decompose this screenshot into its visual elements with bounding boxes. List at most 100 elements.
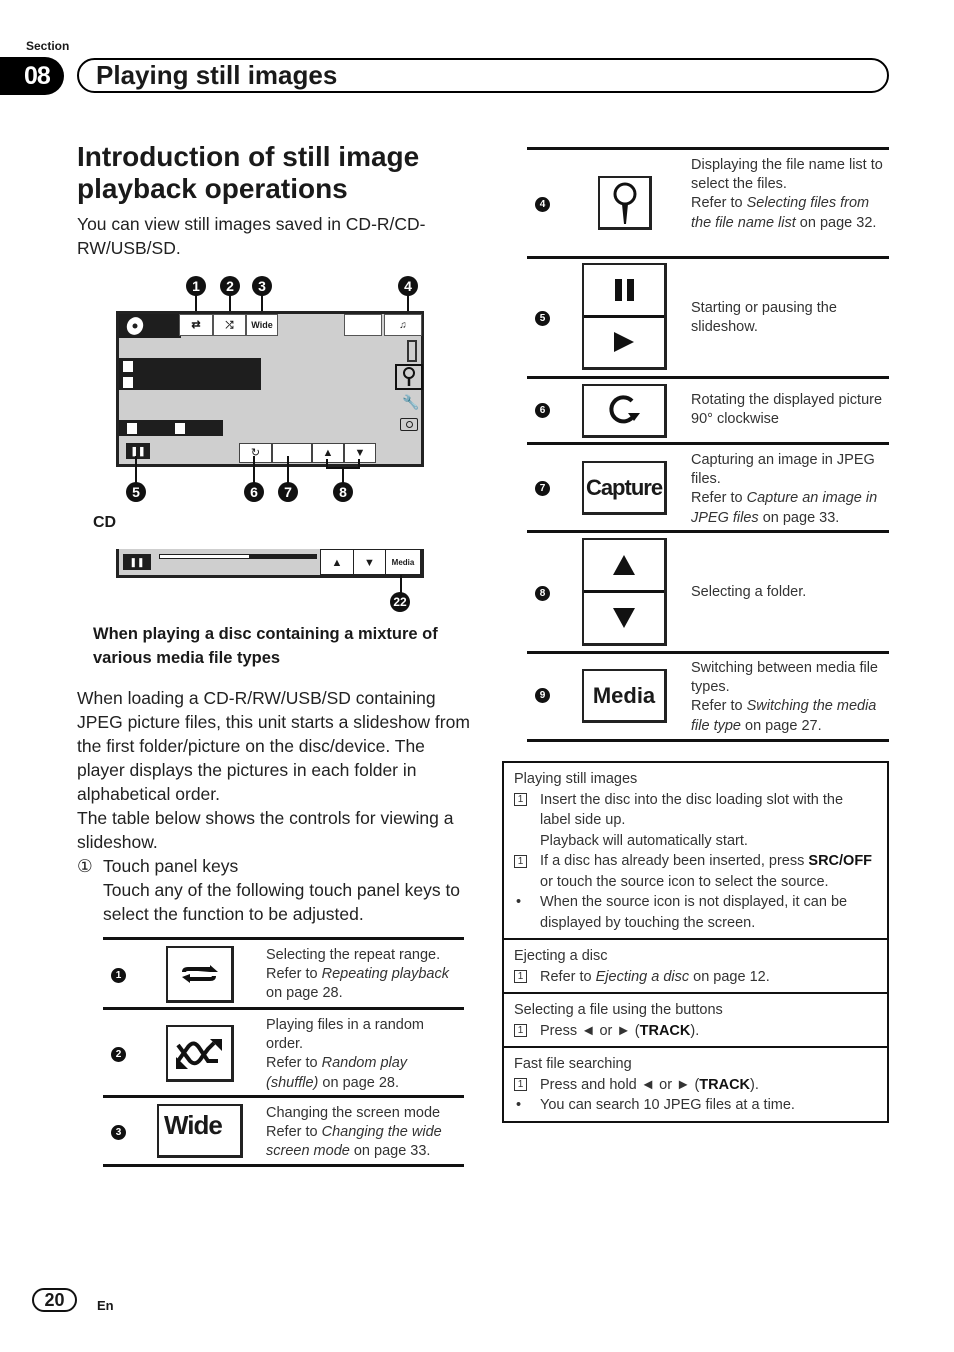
file-icon (123, 377, 133, 388)
procedure-playing-still-images: Playing still images 1 Insert the disc i… (504, 763, 887, 940)
file-icon (175, 423, 185, 434)
step-marker: 1 (514, 1024, 527, 1038)
section-number-badge: 08 (0, 57, 64, 95)
callout-4: 4 (398, 276, 418, 296)
callout-6: 6 (244, 482, 264, 502)
step-marker: 1 (514, 793, 527, 807)
step-marker: 1 (514, 970, 527, 984)
numbered-item: ① Touch panel keys Touch any of the foll… (77, 854, 472, 926)
procedure-selecting-file: Selecting a file using the buttons 1 Pre… (504, 994, 887, 1048)
intro-text: You can view still images saved in CD-R/… (77, 214, 426, 258)
callout-1: 1 (186, 276, 206, 296)
procedure-step: 1 Press and hold ◄ or ► (TRACK). (514, 1075, 877, 1096)
callout-line (253, 456, 255, 484)
rotate-button[interactable]: ↻ (239, 443, 272, 463)
procedure-title: Selecting a file using the buttons (514, 1002, 723, 1018)
item-title: Touch panel keys (103, 856, 239, 876)
button-name: TRACK (639, 1022, 691, 1039)
pause-icon: ❚❚ (130, 446, 146, 456)
procedure-title: Playing still images (514, 771, 638, 787)
paragraph: When loading a CD-R/RW/USB/SD containing… (77, 688, 470, 804)
key-row: 1 Selecting the repeat range. Refer to R… (103, 940, 464, 1010)
search-icon (598, 176, 652, 230)
blank-button[interactable] (344, 314, 382, 336)
language-label: En (97, 1298, 114, 1313)
callout-bracket (326, 459, 360, 469)
shuffle-button[interactable]: ⤮ (213, 314, 246, 336)
key-table-right: 4 Displaying the file name list to selec… (527, 147, 889, 742)
folder-down-button[interactable]: ▼ (353, 549, 386, 575)
folder-up-down-icon (582, 538, 667, 646)
key-description: Starting or pausing the slideshow. (691, 300, 837, 336)
item-text: Touch any of the following touch panel k… (103, 880, 461, 924)
pause-button[interactable]: ❚❚ (123, 554, 151, 570)
procedure-step: 1 If a disc has already been inserted, p… (514, 851, 877, 892)
folder-up-button[interactable]: ▲ (320, 549, 354, 575)
step-marker: 1 (514, 1078, 527, 1092)
key-row: 3 Wide Changing the screen mode Refer to… (103, 1098, 464, 1167)
procedure-step: 1 Refer to Ejecting a disc on page 12. (514, 967, 877, 988)
pause-play-icon (582, 263, 667, 370)
key-description: Switching between media file types. Refe… (691, 660, 878, 734)
screen-diagram: 1 2 3 4 ⇄ ⤮ Wide ♫ 🔧 ❚❚ ↻ ▲ ▼ 5 6 7 8 (116, 276, 426, 506)
pause-icon: ❚❚ (129, 557, 145, 567)
up-arrow-icon: ▲ (331, 557, 343, 569)
procedures-box: Playing still images 1 Insert the disc i… (502, 761, 889, 1123)
callout-5: 5 (126, 482, 146, 502)
procedure-title: Fast file searching (514, 1056, 632, 1072)
rotate-icon (582, 384, 667, 438)
step-marker: 1 (514, 854, 527, 868)
key-description: Displaying the file name list to select … (691, 157, 883, 231)
key-row: 8 Selecting a folder. (527, 533, 889, 654)
link-reference[interactable]: Repeating playback (322, 966, 449, 982)
list-icon: ♫ (399, 320, 407, 331)
pause-button[interactable]: ❚❚ (126, 443, 150, 459)
settings-icon[interactable]: 🔧 (402, 394, 419, 411)
section-label: Section (26, 39, 70, 53)
callout-line (400, 575, 402, 593)
key-row: 6 Rotating the displayed picture 90° clo… (527, 379, 889, 445)
pause-icon (584, 265, 664, 318)
progress-fill (160, 555, 249, 558)
sub-heading: When playing a disc containing a mixture… (93, 625, 438, 667)
list-button[interactable]: ♫ (384, 314, 422, 336)
procedure-bullet: • When the source icon is not displayed,… (514, 892, 877, 933)
repeat-button[interactable]: ⇄ (179, 314, 213, 336)
player-screen: ⇄ ⤮ Wide ♫ 🔧 ❚❚ ↻ ▲ ▼ (116, 311, 424, 467)
scroll-indicator[interactable] (407, 340, 417, 362)
callout-line (287, 456, 289, 484)
repeat-icon: ⇄ (191, 319, 201, 331)
button-name: SRC/OFF (808, 853, 873, 869)
progress-bar (159, 554, 317, 559)
key-row: 4 Displaying the file name list to selec… (527, 150, 889, 259)
callout-line (135, 456, 137, 484)
key-number: 3 (111, 1125, 126, 1140)
key-description: Selecting the repeat range. Refer to Rep… (266, 947, 449, 1002)
page-heading: Introduction of still image playback ope… (77, 141, 420, 204)
key-table-left: 1 Selecting the repeat range. Refer to R… (103, 937, 464, 1167)
key-description: Selecting a folder. (691, 584, 807, 600)
search-button[interactable] (395, 364, 423, 390)
body-text: When loading a CD-R/RW/USB/SD containing… (77, 686, 472, 926)
procedure-step: 1 Press ◄ or ► (TRACK). (514, 1021, 877, 1042)
capture-button[interactable] (272, 443, 312, 463)
key-number: 1 (111, 968, 126, 983)
key-row: 2 Playing files in a random order. Refer… (103, 1010, 464, 1098)
folder-icon (127, 423, 137, 434)
wide-button[interactable]: Wide (246, 314, 278, 336)
key-description: Rotating the displayed picture 90° clock… (691, 392, 883, 428)
file-name-bar (119, 374, 261, 390)
paragraph: The table below shows the controls for v… (77, 808, 454, 852)
link-reference[interactable]: Ejecting a disc (596, 969, 690, 985)
procedure-bullet: • You can search 10 JPEG files at a time… (514, 1095, 877, 1116)
key-number: 7 (535, 481, 550, 496)
key-description: Playing files in a random order. Refer t… (266, 1017, 424, 1091)
key-number: 9 (535, 688, 550, 703)
callout-8: 8 (333, 482, 353, 502)
section-title: Playing still images (96, 60, 338, 90)
wide-icon: Wide (157, 1104, 243, 1158)
media-button[interactable]: Media (385, 549, 421, 575)
source-disc-button[interactable] (119, 314, 181, 338)
media-icon: Media (582, 669, 667, 723)
camera-icon[interactable] (400, 418, 418, 431)
